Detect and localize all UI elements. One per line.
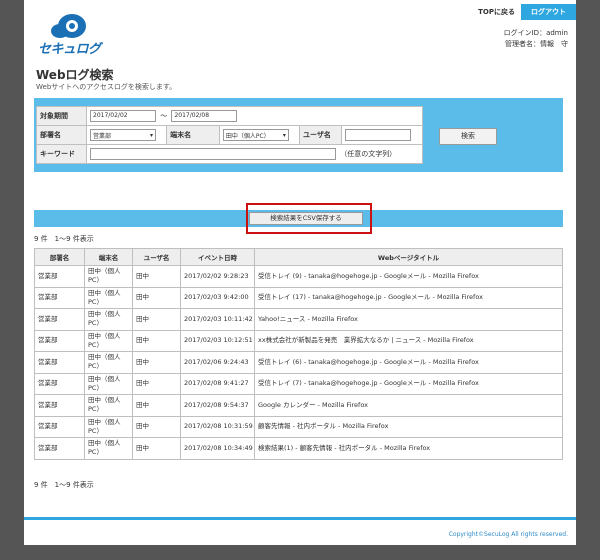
- chevron-down-icon: ▾: [282, 131, 286, 139]
- cell-terminal: 田中（個人PC）: [84, 437, 133, 460]
- cell-terminal: 田中（個人PC）: [84, 372, 133, 395]
- cell-page-title: Google カレンダー - Mozilla Firefox: [254, 394, 563, 417]
- login-info: ログインID：admin 管理者名：情報 守: [504, 28, 568, 50]
- cell-dept: 営業部: [34, 394, 85, 417]
- results-header-row: 部署名 端末名 ユーザ名 イベント日時 Webページタイトル: [34, 248, 563, 266]
- cell-dept: 営業部: [34, 351, 85, 374]
- cell-terminal: 田中（個人PC）: [84, 351, 133, 374]
- cell-terminal: 田中（個人PC）: [84, 286, 133, 309]
- keyword-input[interactable]: [90, 148, 336, 160]
- admin-name: 管理者名：情報 守: [505, 40, 568, 48]
- search-button[interactable]: 検索: [439, 128, 497, 145]
- user-label: ユーザ名: [299, 125, 342, 145]
- cell-dept: 営業部: [34, 286, 85, 309]
- csv-save-button[interactable]: 検索結果をCSV保存する: [249, 212, 363, 225]
- cell-dept: 営業部: [34, 372, 85, 395]
- result-count-top: 9 件 1～9 件表示: [34, 235, 94, 243]
- keyword-label: キーワード: [36, 144, 87, 164]
- cell-datetime: 2017/02/08 9:54:37: [180, 394, 255, 417]
- footer-bar: [24, 517, 576, 520]
- cell-terminal: 田中（個人PC）: [84, 308, 133, 331]
- cell-datetime: 2017/02/08 9:41:27: [180, 372, 255, 395]
- results-table: 部署名 端末名 ユーザ名 イベント日時 Webページタイトル 営業部 田中（個人P…: [34, 248, 563, 460]
- dept-select-value: 営業部: [93, 132, 112, 140]
- cell-datetime: 2017/02/03 9:42:00: [180, 286, 255, 309]
- cell-terminal: 田中（個人PC）: [84, 265, 133, 288]
- top-link[interactable]: TOPに戻る: [478, 7, 515, 17]
- logout-button[interactable]: ログアウト: [521, 4, 576, 20]
- cell-user: 田中: [132, 415, 181, 438]
- table-row: 営業部 田中（個人PC） 田中 2017/02/08 9:54:37 Google カレ…: [34, 394, 563, 417]
- cell-terminal: 田中（個人PC）: [84, 394, 133, 417]
- cell-page-title: 受信トレイ (7) - tanaka@hogehoge.jp - Googleメ…: [254, 372, 563, 395]
- page-subtitle: Webサイトへのアクセスログを検索します。: [36, 83, 177, 91]
- copyright: Copyright©SecuLog All rights reserved.: [448, 531, 568, 538]
- cell-user: 田中: [132, 308, 181, 331]
- top-nav: TOPに戻る ログアウト: [478, 4, 576, 20]
- logo-text: セキュログ: [38, 42, 101, 57]
- date-to-input[interactable]: 2017/02/08: [171, 110, 238, 122]
- cell-page-title: xx株式会社が新製品を発売 業界拡大なるか | ニュース - Mozilla F…: [254, 329, 563, 352]
- cell-datetime: 2017/02/03 10:11:42: [180, 308, 255, 331]
- logo-cloud-icon: [51, 14, 86, 38]
- cell-dept: 営業部: [34, 437, 85, 460]
- keyword-hint: （任意の文字列）: [340, 150, 397, 158]
- cell-dept: 営業部: [34, 308, 85, 331]
- table-row: 営業部 田中（個人PC） 田中 2017/02/02 9:28:23 受信トレイ (9)…: [34, 265, 563, 288]
- dept-select[interactable]: 営業部 ▾: [90, 129, 156, 141]
- cell-page-title: 受信トレイ (6) - tanaka@hogehoge.jp - Googleメ…: [254, 351, 563, 374]
- csv-bar: 検索結果をCSV保存する: [34, 203, 563, 234]
- cell-page-title: 受信トレイ (17) - tanaka@hogehoge.jp - Google…: [254, 286, 563, 309]
- terminal-label: 端末名: [166, 125, 220, 145]
- result-count-bottom: 9 件 1～9 件表示: [34, 481, 94, 489]
- table-row: 営業部 田中（個人PC） 田中 2017/02/03 10:11:42 Yahoo!ニュ…: [34, 308, 563, 331]
- table-row: 営業部 田中（個人PC） 田中 2017/02/08 10:31:59 顧客先情報 - …: [34, 415, 563, 438]
- cell-dept: 営業部: [34, 265, 85, 288]
- cell-datetime: 2017/02/08 10:34:49: [180, 437, 255, 460]
- cell-user: 田中: [132, 265, 181, 288]
- search-panel: 対象期間 2017/02/02 ～ 2017/02/08 部署名 営業部 ▾ 端…: [34, 98, 563, 172]
- cell-page-title: Yahoo!ニュース - Mozilla Firefox: [254, 308, 563, 331]
- cell-dept: 営業部: [34, 329, 85, 352]
- page-title: Webログ検索: [36, 68, 114, 82]
- chevron-down-icon: ▾: [149, 131, 153, 139]
- user-input[interactable]: [344, 129, 411, 141]
- table-row: 営業部 田中（個人PC） 田中 2017/02/03 10:12:51 xx株式会社が新…: [34, 329, 563, 352]
- logo[interactable]: セキュログ: [38, 12, 128, 57]
- dept-label: 部署名: [36, 125, 87, 145]
- cell-user: 田中: [132, 394, 181, 417]
- cell-datetime: 2017/02/06 9:24:43: [180, 351, 255, 374]
- col-user: ユーザ名: [132, 248, 181, 266]
- col-datetime: イベント日時: [180, 248, 255, 266]
- cell-terminal: 田中（個人PC）: [84, 415, 133, 438]
- terminal-select-value: 田中（個人PC）: [225, 132, 270, 140]
- cell-user: 田中: [132, 329, 181, 352]
- login-id: ログインID：admin: [503, 29, 568, 37]
- table-row: 営業部 田中（個人PC） 田中 2017/02/03 9:42:00 受信トレイ (17…: [34, 286, 563, 309]
- cell-user: 田中: [132, 437, 181, 460]
- cell-dept: 営業部: [34, 415, 85, 438]
- cell-terminal: 田中（個人PC）: [84, 329, 133, 352]
- date-separator: ～: [160, 112, 168, 120]
- cell-user: 田中: [132, 286, 181, 309]
- table-row: 営業部 田中（個人PC） 田中 2017/02/06 9:24:43 受信トレイ (6)…: [34, 351, 563, 374]
- search-form: 対象期間 2017/02/02 ～ 2017/02/08 部署名 営業部 ▾ 端…: [36, 106, 424, 164]
- cell-datetime: 2017/02/02 9:28:23: [180, 265, 255, 288]
- cell-page-title: 受信トレイ (9) - tanaka@hogehoge.jp - Googleメ…: [254, 265, 563, 288]
- cell-page-title: 検索結果(1) - 顧客先情報 - 社内ポータル - Mozilla Firef…: [254, 437, 563, 460]
- period-label: 対象期間: [36, 106, 87, 126]
- table-row: 営業部 田中（個人PC） 田中 2017/02/08 10:34:49 検索結果(1) …: [34, 437, 563, 460]
- cell-datetime: 2017/02/08 10:31:59: [180, 415, 255, 438]
- date-from-input[interactable]: 2017/02/02: [90, 110, 156, 122]
- col-page-title: Webページタイトル: [254, 248, 563, 266]
- col-terminal: 端末名: [84, 248, 133, 266]
- cell-user: 田中: [132, 351, 181, 374]
- table-row: 営業部 田中（個人PC） 田中 2017/02/08 9:41:27 受信トレイ (7)…: [34, 372, 563, 395]
- terminal-select[interactable]: 田中（個人PC） ▾: [222, 129, 289, 141]
- cell-page-title: 顧客先情報 - 社内ポータル - Mozilla Firefox: [254, 415, 563, 438]
- page: TOPに戻る ログアウト セキュログ ログインID：admin 管理者名：情報 …: [24, 0, 576, 545]
- col-dept: 部署名: [34, 248, 85, 266]
- cell-user: 田中: [132, 372, 181, 395]
- cell-datetime: 2017/02/03 10:12:51: [180, 329, 255, 352]
